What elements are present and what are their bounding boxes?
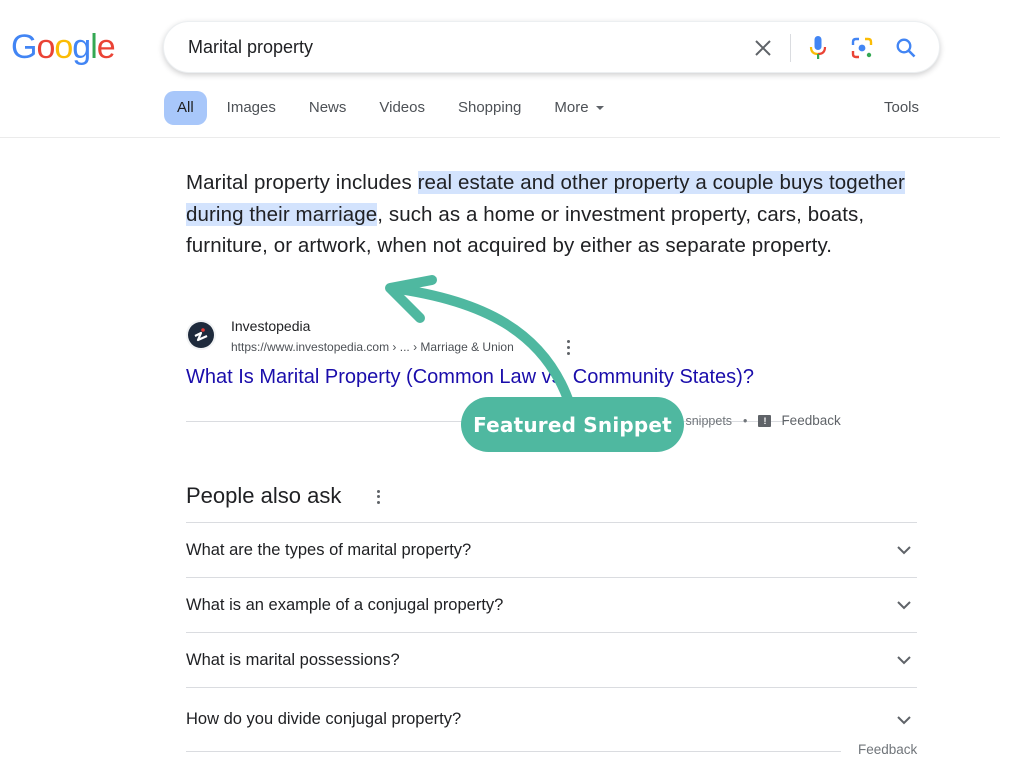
paa-question[interactable]: What is an example of a conjugal propert…	[186, 578, 917, 633]
paa-bottom-divider	[186, 751, 841, 752]
logo-letter: o	[54, 28, 73, 66]
microphone-icon[interactable]	[804, 34, 832, 62]
tab-news[interactable]: News	[309, 91, 347, 125]
source-url: https://www.investopedia.com › ... › Mar…	[231, 340, 514, 354]
search-box[interactable]: Marital property	[163, 21, 940, 73]
search-divider	[790, 34, 791, 62]
featured-snippet-annotation: Featured Snippet	[461, 397, 684, 452]
google-lens-icon[interactable]	[848, 34, 876, 62]
google-logo[interactable]: Google	[11, 28, 116, 67]
result-source[interactable]: Investopedia https://www.investopedia.co…	[186, 318, 606, 358]
paa-question-text: What is an example of a conjugal propert…	[186, 595, 504, 614]
chevron-down-icon	[897, 715, 911, 724]
search-tabs: All Images News Videos Shopping More	[164, 91, 637, 125]
people-also-ask-list: What are the types of marital property? …	[186, 522, 917, 751]
chevron-down-icon	[897, 601, 911, 610]
search-input[interactable]: Marital property	[188, 37, 313, 58]
people-also-ask-options-icon[interactable]	[374, 489, 382, 505]
header-divider	[0, 137, 1000, 138]
logo-letter: e	[96, 28, 116, 66]
tab-all[interactable]: All	[164, 91, 207, 125]
annotation-arrow-head	[385, 275, 437, 323]
clear-icon[interactable]	[749, 34, 777, 62]
paa-question[interactable]: How do you divide conjugal property?	[186, 688, 917, 751]
paa-question-text: What is marital possessions?	[186, 650, 400, 669]
logo-letter: g	[72, 28, 91, 66]
feedback-icon: !	[758, 414, 772, 427]
tab-shopping[interactable]: Shopping	[458, 91, 521, 125]
paa-question-text: How do you divide conjugal property?	[186, 710, 462, 728]
snippet-text-before: Marital property includes	[186, 171, 418, 194]
paa-question[interactable]: What are the types of marital property?	[186, 523, 917, 578]
paa-question[interactable]: What is marital possessions?	[186, 633, 917, 688]
logo-letter: G	[11, 28, 37, 66]
search-icon[interactable]	[892, 34, 920, 62]
tab-more[interactable]: More	[554, 91, 604, 125]
tab-videos[interactable]: Videos	[379, 91, 425, 125]
tab-more-label: More	[554, 99, 589, 116]
people-also-ask-title: People also ask	[186, 483, 342, 508]
tab-images[interactable]: Images	[227, 91, 276, 125]
tools-button[interactable]: Tools	[884, 91, 919, 125]
source-name: Investopedia	[231, 318, 311, 334]
chevron-down-icon	[897, 656, 911, 665]
result-title-link[interactable]: What Is Marital Property (Common Law vs.…	[186, 366, 754, 389]
snippet-feedback-link[interactable]: Feedback	[781, 413, 840, 428]
paa-question-text: What are the types of marital property?	[186, 540, 472, 559]
caret-down-icon	[595, 106, 604, 110]
logo-letter: o	[36, 28, 55, 66]
investopedia-favicon-icon	[186, 320, 216, 350]
paa-feedback-link[interactable]: Feedback	[858, 742, 917, 757]
more-options-icon[interactable]	[562, 338, 574, 356]
separator-dot: •	[743, 413, 748, 428]
featured-snippet-text: Marital property includes real estate an…	[186, 167, 916, 262]
chevron-down-icon	[897, 546, 911, 555]
